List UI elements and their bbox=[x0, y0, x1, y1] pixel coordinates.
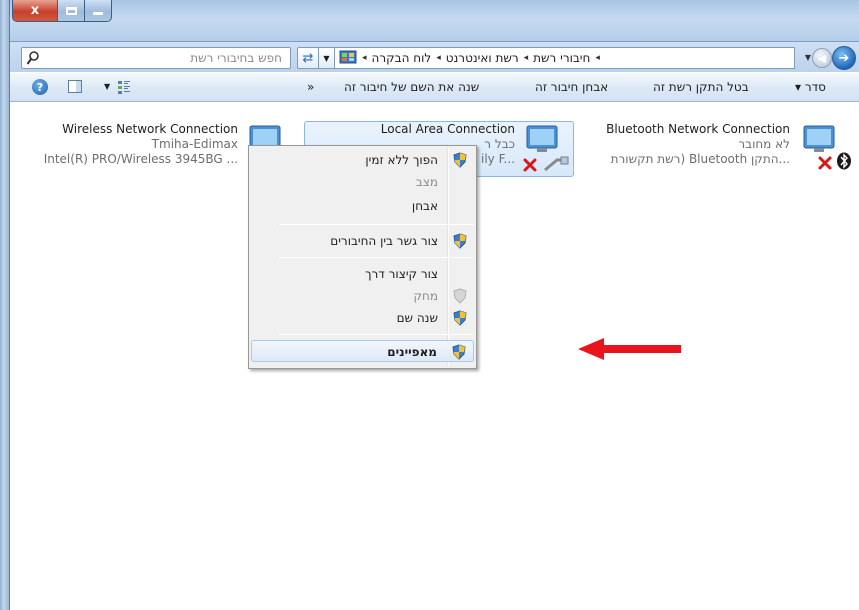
ethernet-cable-icon bbox=[544, 156, 569, 172]
menu-item-label: אבחן bbox=[411, 199, 438, 213]
network-connections-window: x חפש בחיבורי רשת ⇄ ▼ ◂ לוח הבקרה ◂ רשת … bbox=[0, 0, 859, 610]
more-commands-button[interactable]: « bbox=[307, 80, 314, 94]
menu-item-diagnose[interactable]: אבחן bbox=[251, 195, 474, 217]
disable-device-button[interactable]: בטל התקן רשת זה bbox=[653, 80, 749, 94]
menu-separator bbox=[279, 257, 474, 258]
breadcrumb-separator: ◂ bbox=[362, 53, 367, 63]
help-icon[interactable]: ? bbox=[32, 79, 48, 95]
close-button[interactable]: x bbox=[12, 0, 58, 22]
connection-name: Local Area Connection bbox=[380, 122, 515, 136]
maximize-icon bbox=[65, 6, 77, 15]
title-bar[interactable]: x bbox=[0, 0, 859, 42]
breadcrumb-control-panel[interactable]: לוח הבקרה bbox=[372, 51, 432, 65]
arrow-right-icon: ➔ bbox=[838, 50, 850, 66]
menu-item-label: שנה שם bbox=[396, 311, 438, 325]
menu-separator bbox=[279, 334, 474, 335]
menu-item-label: הפוך ללא זמין bbox=[365, 153, 438, 167]
back-button[interactable]: ➔ bbox=[832, 46, 856, 70]
chevron-down-icon: ▼ bbox=[323, 53, 330, 63]
context-menu: הפוך ללא זמין מצב אבחן צור גשר בין החיבו… bbox=[248, 145, 477, 369]
breadcrumb-separator: ◂ bbox=[523, 53, 529, 63]
address-bar[interactable]: ◂ לוח הבקרה ◂ רשת ואינטרנט ◂ חיבורי רשת … bbox=[335, 47, 795, 69]
breadcrumb-network-internet[interactable]: רשת ואינטרנט bbox=[446, 51, 519, 65]
diagnose-connection-button[interactable]: אבחן חיבור זה bbox=[535, 80, 608, 94]
connection-name: Bluetooth Network Connection bbox=[606, 122, 790, 136]
menu-item-label: צור גשר בין החיבורים bbox=[330, 234, 438, 248]
views-dropdown[interactable]: ▼ bbox=[104, 82, 110, 91]
connection-device: Intel(R) PRO/Wireless 3945BG ... bbox=[43, 152, 238, 166]
arrow-left-icon: ◀ bbox=[817, 51, 827, 65]
connection-texts: Wireless Network Connection Tmiha-Edimax… bbox=[44, 122, 238, 167]
disconnected-x-icon bbox=[523, 158, 537, 172]
rename-connection-button[interactable]: שנה את השם של חיבור זה bbox=[344, 80, 479, 94]
menu-separator bbox=[279, 224, 474, 225]
uac-shield-icon bbox=[453, 233, 467, 249]
uac-shield-icon bbox=[452, 344, 466, 360]
menu-item-delete[interactable]: מחק bbox=[251, 285, 474, 307]
minimize-button[interactable] bbox=[85, 0, 112, 22]
menu-item-status[interactable]: מצב bbox=[251, 171, 474, 193]
navigation-buttons: ➔ ◀ ▼ bbox=[798, 44, 858, 71]
menu-item-disable[interactable]: הפוך ללא זמין bbox=[251, 149, 474, 171]
window-left-border bbox=[0, 0, 10, 610]
forward-button[interactable]: ◀ bbox=[812, 48, 832, 68]
connection-texts: Bluetooth Network Connection לא מחובר רש… bbox=[606, 122, 790, 167]
red-arrow-annotation bbox=[578, 338, 681, 360]
menu-item-rename[interactable]: שנה שם bbox=[251, 307, 474, 329]
bluetooth-icon bbox=[837, 152, 851, 170]
uac-shield-icon bbox=[453, 152, 467, 168]
search-placeholder: חפש בחיבורי רשת bbox=[190, 51, 282, 65]
connection-name: Wireless Network Connection bbox=[62, 122, 238, 136]
refresh-button[interactable]: ⇄ bbox=[297, 47, 319, 69]
connection-item-bluetooth[interactable]: Bluetooth Network Connection לא מחובר רש… bbox=[580, 122, 852, 176]
recent-pages-dropdown[interactable]: ▼ bbox=[805, 53, 811, 62]
connection-status: לא מחובר bbox=[738, 137, 790, 151]
search-input[interactable]: חפש בחיבורי רשת bbox=[21, 47, 291, 69]
search-icon bbox=[26, 51, 39, 65]
menu-item-properties[interactable]: מאפיינים bbox=[251, 340, 474, 362]
menu-item-label: צור קיצור דרך bbox=[365, 267, 438, 281]
maximize-button[interactable] bbox=[58, 0, 85, 22]
menu-item-label: מצב bbox=[415, 175, 438, 189]
connection-status: Tmiha-Edimax bbox=[151, 137, 238, 151]
disconnected-x-icon bbox=[818, 156, 832, 170]
menu-item-label: מחק bbox=[413, 289, 438, 303]
window-controls: x bbox=[12, 0, 112, 22]
address-history-dropdown[interactable]: ▼ bbox=[319, 47, 335, 69]
preview-pane-icon[interactable] bbox=[68, 80, 82, 93]
connection-device: רשת תקשורת) Bluetooth התקן... bbox=[610, 152, 790, 166]
breadcrumb-separator: ◂ bbox=[436, 53, 441, 63]
menu-item-create-shortcut[interactable]: צור קיצור דרך bbox=[251, 263, 474, 285]
uac-shield-icon bbox=[453, 310, 467, 326]
uac-shield-icon bbox=[453, 288, 467, 304]
control-panel-icon bbox=[339, 50, 357, 64]
change-view-icon[interactable] bbox=[117, 79, 131, 95]
minimize-icon bbox=[93, 12, 103, 15]
organize-menu-button[interactable]: סדר ▾ bbox=[795, 80, 826, 94]
breadcrumb-separator: ◂ bbox=[595, 53, 600, 63]
command-bar: ? ▼ « שנה את השם של חיבור זה אבחן חיבור … bbox=[10, 72, 859, 102]
menu-item-label: מאפיינים bbox=[387, 345, 437, 359]
menu-item-bridge-connections[interactable]: צור גשר בין החיבורים bbox=[251, 230, 474, 252]
address-row: חפש בחיבורי רשת ⇄ ▼ ◂ לוח הבקרה ◂ רשת וא… bbox=[10, 42, 859, 72]
close-icon: x bbox=[30, 3, 40, 18]
breadcrumb-network-connections[interactable]: חיבורי רשת bbox=[533, 51, 590, 65]
refresh-icon: ⇄ bbox=[302, 50, 314, 66]
